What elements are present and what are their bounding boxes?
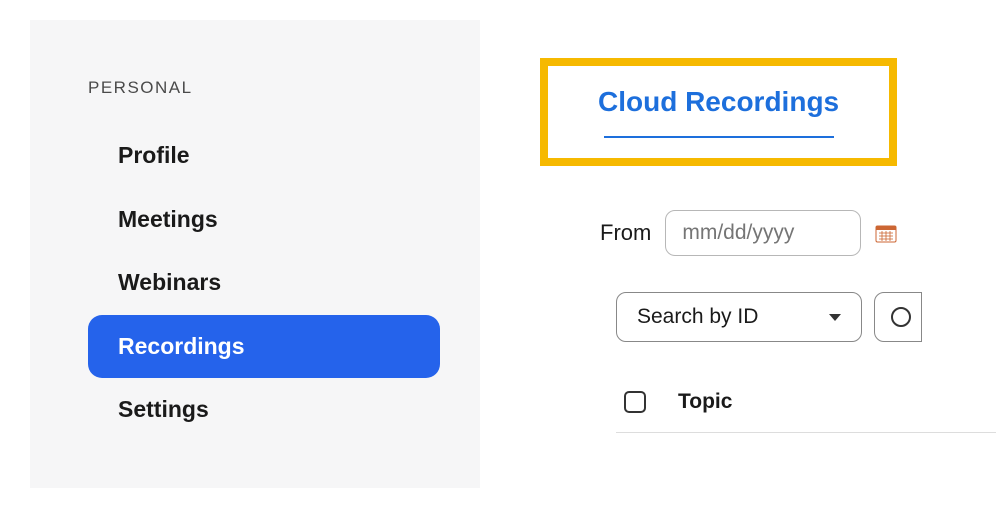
date-filter-row: From (600, 210, 996, 256)
sidebar-item-webinars[interactable]: Webinars (88, 251, 440, 315)
search-input-partial[interactable] (874, 292, 922, 342)
sidebar-nav: Profile Meetings Webinars Recordings Set… (60, 124, 450, 442)
from-label: From (600, 220, 651, 246)
calendar-icon[interactable] (875, 223, 897, 243)
sidebar-item-label: Profile (118, 142, 190, 168)
tab-highlight-box: Cloud Recordings (540, 58, 897, 166)
chevron-down-icon (829, 314, 841, 321)
dropdown-selected-label: Search by ID (637, 305, 758, 329)
select-all-checkbox[interactable] (624, 391, 646, 413)
sidebar-item-label: Recordings (118, 333, 245, 359)
sidebar-item-label: Settings (118, 396, 209, 422)
sidebar-item-label: Meetings (118, 206, 218, 232)
sidebar: PERSONAL Profile Meetings Webinars Recor… (30, 20, 480, 488)
tab-underline (604, 136, 834, 138)
tab-cloud-recordings[interactable]: Cloud Recordings (598, 86, 839, 132)
sidebar-item-profile[interactable]: Profile (88, 124, 440, 188)
main-content: Cloud Recordings From S (480, 0, 996, 508)
sidebar-item-label: Webinars (118, 269, 221, 295)
search-icon (891, 307, 911, 327)
table-divider (616, 432, 996, 433)
page: PERSONAL Profile Meetings Webinars Recor… (0, 0, 996, 508)
sidebar-item-recordings[interactable]: Recordings (88, 315, 440, 379)
from-date-input[interactable] (665, 210, 861, 256)
table-header-row: Topic (624, 390, 984, 432)
search-by-dropdown[interactable]: Search by ID (616, 292, 862, 342)
search-row: Search by ID (616, 292, 996, 342)
sidebar-section-header: PERSONAL (88, 78, 450, 98)
column-header-topic: Topic (678, 390, 732, 414)
sidebar-item-settings[interactable]: Settings (88, 378, 440, 442)
sidebar-item-meetings[interactable]: Meetings (88, 188, 440, 252)
